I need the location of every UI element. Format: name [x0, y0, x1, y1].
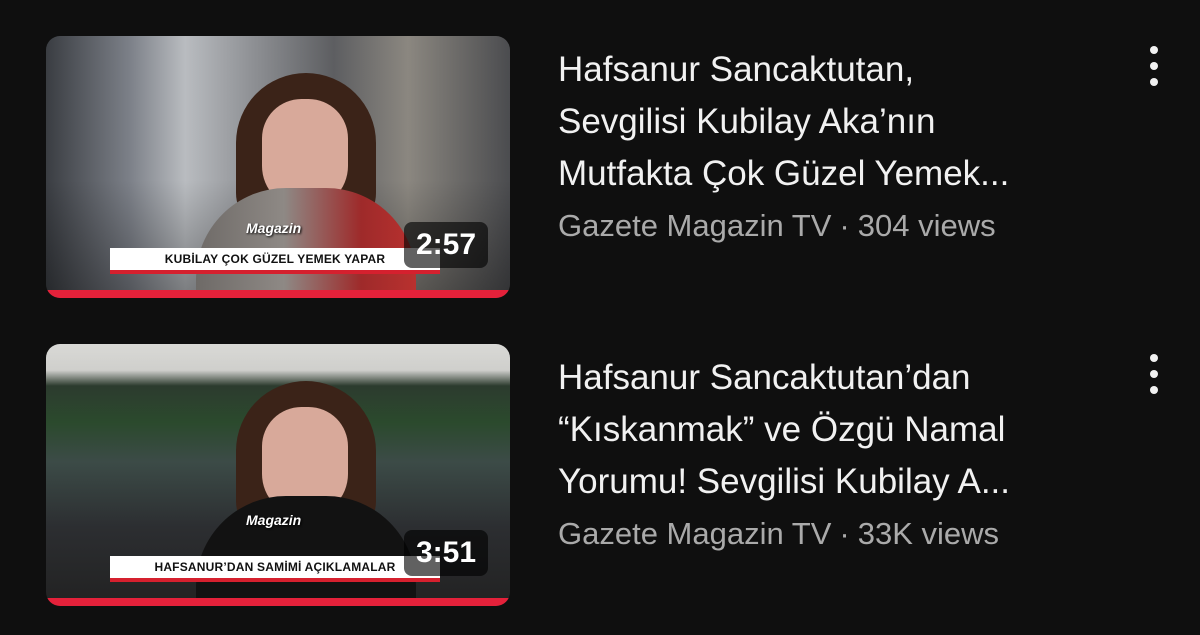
- video-meta: Gazete Magazin TV · 304 views: [558, 208, 1118, 244]
- video-title[interactable]: Hafsanur Sancaktutan, Sevgilisi Kubilay …: [558, 44, 1118, 200]
- channel-logo-watermark: Magazin: [246, 220, 302, 236]
- channel-name[interactable]: Gazete Magazin TV: [558, 516, 831, 551]
- more-vertical-icon[interactable]: [1140, 354, 1168, 394]
- title-line: Yorumu! Sevgilisi Kubilay A...: [558, 462, 1010, 501]
- title-line: Hafsanur Sancaktutan,: [558, 50, 915, 89]
- duration-badge: 2:57: [403, 222, 488, 268]
- more-vertical-icon[interactable]: [1140, 46, 1168, 86]
- thumbnail-caption: HAFSANUR’DAN SAMİMİ AÇIKLAMALAR: [110, 556, 440, 582]
- video-thumbnail[interactable]: Magazin HAFSANUR’DAN SAMİMİ AÇIKLAMALAR …: [46, 344, 510, 606]
- view-count: 33K views: [857, 516, 1000, 551]
- video-meta: Gazete Magazin TV · 33K views: [558, 516, 1118, 552]
- watch-progress-bar: [46, 290, 510, 298]
- channel-name[interactable]: Gazete Magazin TV: [558, 208, 831, 243]
- meta-separator: ·: [839, 516, 850, 551]
- title-line: Sevgilisi Kubilay Aka’nın: [558, 102, 936, 141]
- video-info[interactable]: Hafsanur Sancaktutan’dan “Kıskanmak” ve …: [558, 352, 1118, 552]
- title-line: Hafsanur Sancaktutan’dan: [558, 358, 971, 397]
- watch-progress-bar: [46, 598, 510, 606]
- title-line: Mutfakta Çok Güzel Yemek...: [558, 154, 1010, 193]
- video-item[interactable]: Magazin KUBİLAY ÇOK GÜZEL YEMEK YAPAR 2:…: [0, 36, 1200, 306]
- title-line: “Kıskanmak” ve Özgü Namal: [558, 410, 1006, 449]
- thumbnail-caption: KUBİLAY ÇOK GÜZEL YEMEK YAPAR: [110, 248, 440, 274]
- meta-separator: ·: [839, 208, 850, 243]
- video-item[interactable]: Magazin HAFSANUR’DAN SAMİMİ AÇIKLAMALAR …: [0, 344, 1200, 614]
- duration-badge: 3:51: [403, 530, 488, 576]
- view-count: 304 views: [857, 208, 996, 243]
- video-title[interactable]: Hafsanur Sancaktutan’dan “Kıskanmak” ve …: [558, 352, 1118, 508]
- channel-logo-watermark: Magazin: [246, 512, 302, 528]
- video-info[interactable]: Hafsanur Sancaktutan, Sevgilisi Kubilay …: [558, 44, 1118, 244]
- video-thumbnail[interactable]: Magazin KUBİLAY ÇOK GÜZEL YEMEK YAPAR 2:…: [46, 36, 510, 298]
